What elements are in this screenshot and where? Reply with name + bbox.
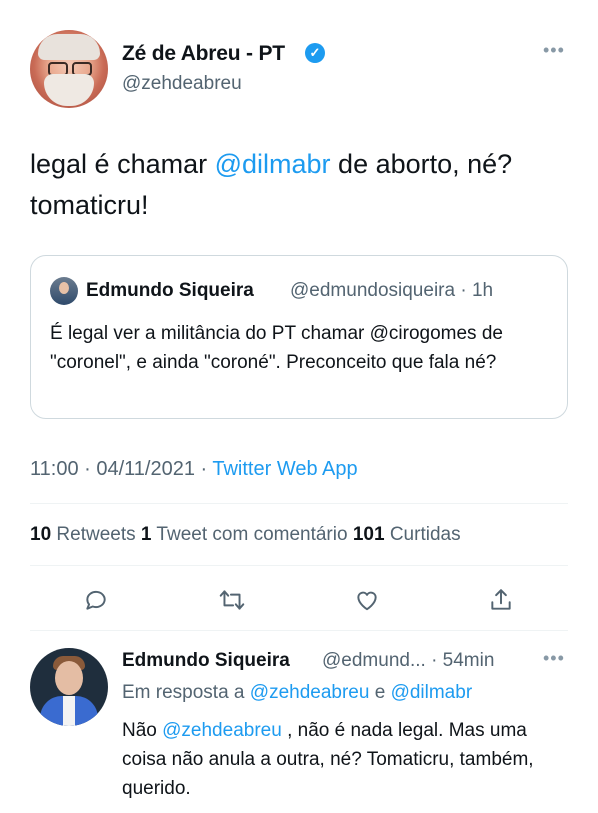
reply-more-options-icon[interactable]: ••• — [543, 648, 565, 669]
reply-author-name[interactable]: Edmundo Siqueira — [122, 650, 290, 672]
quoted-tweet-text: É legal ver a militância do PT chamar @c… — [50, 323, 503, 373]
quoted-author-name[interactable]: Edmundo Siqueira — [86, 280, 254, 302]
divider — [30, 565, 568, 566]
quoted-author-meta: @edmundosiqueira · 1h — [290, 280, 494, 301]
verified-badge-icon: ✓ — [305, 43, 325, 63]
share-icon[interactable] — [485, 584, 517, 616]
tweet-text: legal é chamar @dilmabr de aborto, né? t… — [30, 144, 570, 226]
author-avatar[interactable] — [30, 30, 108, 108]
replying-to-link[interactable]: @zehdeabreu — [250, 682, 370, 703]
tweet-stats: 10 Retweets 1 Tweet com comentário 101 C… — [30, 524, 461, 546]
divider — [30, 503, 568, 504]
tweet-timestamp: 11:00 · 04/11/2021 · Twitter Web App — [30, 458, 358, 481]
more-options-icon[interactable]: ••• — [543, 40, 565, 61]
replying-to: Em resposta a @zehdeabreu e @dilmabr — [122, 682, 473, 703]
author-name[interactable]: Zé de Abreu - PT — [122, 42, 285, 66]
quoted-author-avatar[interactable] — [50, 277, 78, 305]
retweets-stat[interactable]: 10 Retweets — [30, 524, 141, 545]
mention-link[interactable]: @zehdeabreu — [162, 720, 282, 741]
tweet-text-before: legal é chamar — [30, 149, 215, 179]
like-icon[interactable] — [351, 584, 383, 616]
reply-author-meta: @edmund... · 54min — [322, 650, 495, 671]
tweet-source-link[interactable]: Twitter Web App — [212, 458, 357, 480]
mention-link[interactable]: @dilmabr — [215, 149, 331, 179]
reply-text: Não @zehdeabreu , não é nada legal. Mas … — [122, 720, 534, 799]
author-handle[interactable]: @zehdeabreu — [122, 73, 242, 95]
likes-stat[interactable]: 101 Curtidas — [353, 524, 461, 545]
divider — [30, 630, 568, 631]
reply-icon[interactable] — [80, 584, 112, 616]
tweet-time[interactable]: 11:00 · 04/11/2021 · — [30, 458, 212, 480]
replying-to-link[interactable]: @dilmabr — [391, 682, 473, 703]
retweet-icon[interactable] — [216, 584, 248, 616]
quote-tweets-stat[interactable]: 1 Tweet com comentário — [141, 524, 353, 545]
reply-author-avatar[interactable] — [30, 648, 108, 726]
